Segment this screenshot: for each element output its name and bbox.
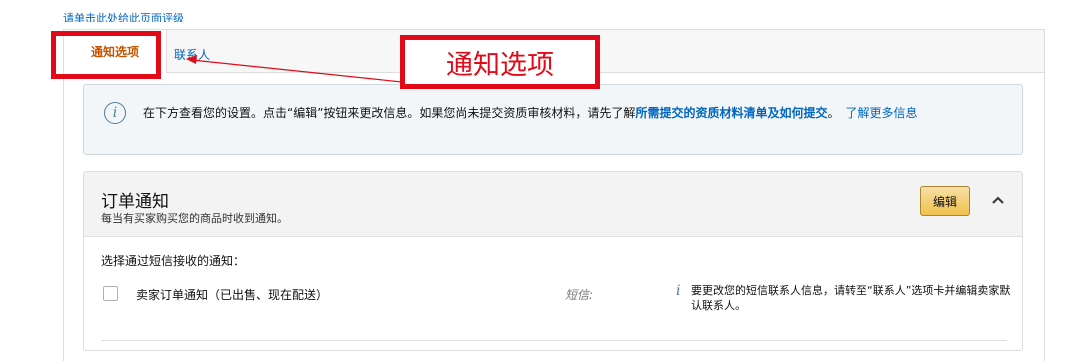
order-notification-section: 订单通知 每当有买家购买您的商品时收到通知。 编辑 选择通过短信接收的通知： 卖… <box>83 171 1023 351</box>
required-materials-link[interactable]: 所需提交的资质材料清单及如何提交 <box>635 106 827 120</box>
note-info-icon: i <box>676 283 681 299</box>
divider <box>101 340 1007 341</box>
section-title: 订单通知 <box>101 192 169 212</box>
chevron-up-icon[interactable] <box>990 192 1006 208</box>
sms-channel-label: 短信: <box>565 288 594 302</box>
annotation-label: 通知选项 <box>400 35 600 89</box>
section-subtitle: 每当有买家购买您的商品时收到通知。 <box>101 212 288 225</box>
page-rating-link[interactable]: 请单击此处给此页面评级 <box>63 10 184 22</box>
learn-more-link[interactable]: 了解更多信息 <box>845 106 917 120</box>
edit-button[interactable]: 编辑 <box>920 186 970 216</box>
section-header: 订单通知 每当有买家购买您的商品时收到通知。 编辑 <box>84 172 1022 237</box>
seller-order-label: 卖家订单通知（已出售、现在配送） <box>136 288 329 302</box>
info-text: 在下方查看您的设置。点击“编辑”按钮来更改信息。如果您尚未提交资质审核材料，请先… <box>143 104 1003 122</box>
info-banner: i 在下方查看您的设置。点击“编辑”按钮来更改信息。如果您尚未提交资质审核材料，… <box>83 84 1023 155</box>
info-text-prefix: 在下方查看您的设置。点击“编辑”按钮来更改信息。如果您尚未提交资质审核材料，请先… <box>143 106 636 120</box>
info-text-suffix: 。 <box>827 106 840 120</box>
info-icon: i <box>104 102 126 124</box>
seller-order-checkbox[interactable] <box>103 286 118 301</box>
sms-contact-note: 要更改您的短信联系人信息，请转至“联系人”选项卡并编辑卖家默认联系人。 <box>691 284 1011 312</box>
tab-contacts[interactable]: 联系人 <box>174 46 210 63</box>
highlight-box-tab <box>51 31 161 79</box>
sms-choose-label: 选择通过短信接收的通知： <box>101 254 246 268</box>
